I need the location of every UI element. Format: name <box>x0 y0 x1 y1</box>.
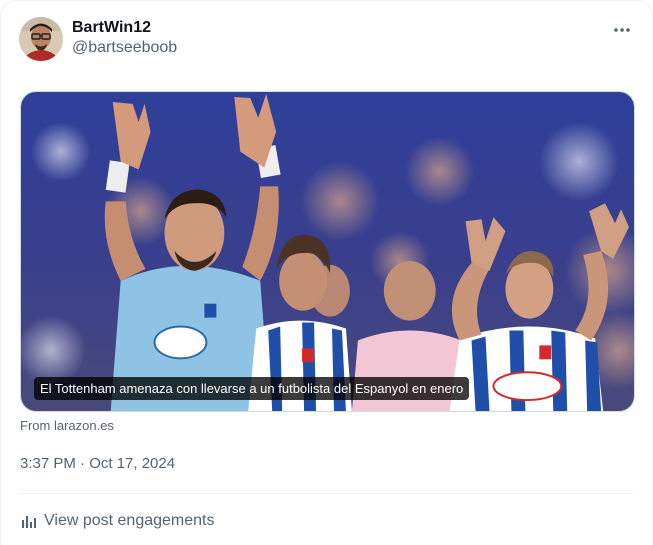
football-players-photo <box>21 92 634 411</box>
link-source[interactable]: From larazon.es <box>20 418 114 434</box>
more-horizontal-icon <box>614 28 630 32</box>
display-name[interactable]: BartWin12 <box>72 18 177 38</box>
user-avatar-icon <box>19 17 63 61</box>
tweet-card: BartWin12 @bartseeboob El Tottenham amen… <box>0 0 653 545</box>
post-timestamp: 3:37 PM · Oct 17, 2024 <box>20 454 175 474</box>
link-card-image[interactable]: El Tottenham amenaza con llevarse a un f… <box>20 91 635 412</box>
more-options-button[interactable] <box>610 21 634 39</box>
avatar[interactable] <box>19 17 63 61</box>
user-handle[interactable]: @bartseeboob <box>72 38 177 58</box>
divider <box>20 493 634 494</box>
timestamp-link[interactable]: 3:37 PM · Oct 17, 2024 <box>20 455 175 472</box>
tweet-header: BartWin12 @bartseeboob <box>19 17 638 63</box>
media-caption: El Tottenham amenaza con llevarse a un f… <box>34 377 470 400</box>
user-info: BartWin12 @bartseeboob <box>72 18 177 58</box>
view-engagements-button[interactable]: View post engagements <box>20 511 214 531</box>
engagements-label: View post engagements <box>44 512 215 529</box>
analytics-icon <box>22 516 36 528</box>
